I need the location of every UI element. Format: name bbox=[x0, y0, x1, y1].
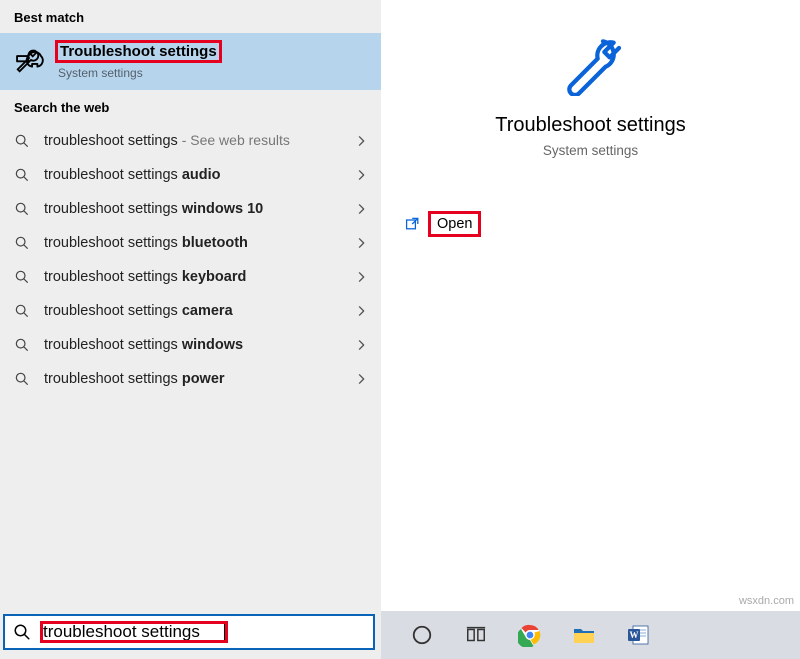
web-result-label: troubleshoot settings power bbox=[44, 371, 343, 387]
search-input-highlight bbox=[41, 622, 227, 642]
web-result-label: troubleshoot settings windows 10 bbox=[44, 201, 343, 217]
best-match-title-highlight: Troubleshoot settings bbox=[56, 41, 221, 62]
web-result-label: troubleshoot settings - See web results bbox=[44, 132, 343, 149]
preview-subtitle: System settings bbox=[543, 143, 638, 158]
text-caret bbox=[224, 622, 225, 642]
web-result-item[interactable]: troubleshoot settings keyboard bbox=[0, 260, 381, 294]
best-match-text: Troubleshoot settings System settings bbox=[56, 41, 221, 80]
chevron-right-icon bbox=[357, 374, 367, 384]
chrome-icon[interactable] bbox=[517, 622, 543, 648]
web-result-item[interactable]: troubleshoot settings power bbox=[0, 362, 381, 396]
file-explorer-icon[interactable] bbox=[571, 622, 597, 648]
chevron-right-icon bbox=[357, 136, 367, 146]
web-result-item[interactable]: troubleshoot settings windows bbox=[0, 328, 381, 362]
best-match-subtitle: System settings bbox=[56, 66, 221, 80]
open-action[interactable]: Open bbox=[405, 212, 800, 236]
web-result-item[interactable]: troubleshoot settings audio bbox=[0, 158, 381, 192]
web-result-item[interactable]: troubleshoot settings camera bbox=[0, 294, 381, 328]
search-icon bbox=[14, 303, 30, 319]
search-icon bbox=[14, 371, 30, 387]
word-icon[interactable]: W bbox=[625, 622, 651, 648]
search-icon bbox=[14, 133, 30, 149]
search-icon bbox=[14, 201, 30, 217]
search-bar[interactable] bbox=[3, 614, 375, 650]
open-label: Open bbox=[437, 216, 472, 232]
search-icon bbox=[14, 337, 30, 353]
chevron-right-icon bbox=[357, 238, 367, 248]
preview-actions: Open bbox=[381, 212, 800, 236]
best-match-title: Troubleshoot settings bbox=[60, 43, 217, 60]
svg-text:W: W bbox=[630, 630, 639, 640]
web-result-item[interactable]: troubleshoot settings bluetooth bbox=[0, 226, 381, 260]
web-result-label: troubleshoot settings windows bbox=[44, 337, 343, 353]
web-result-label: troubleshoot settings bluetooth bbox=[44, 235, 343, 251]
web-result-label: troubleshoot settings keyboard bbox=[44, 269, 343, 285]
search-bar-wrap bbox=[3, 614, 375, 650]
chevron-right-icon bbox=[357, 306, 367, 316]
preview-app-icon bbox=[555, 28, 627, 100]
search-icon bbox=[14, 167, 30, 183]
watermark: wsxdn.com bbox=[739, 595, 794, 607]
chevron-right-icon bbox=[357, 272, 367, 282]
preview-title: Troubleshoot settings bbox=[495, 114, 685, 137]
taskbar: W bbox=[381, 611, 800, 659]
wrench-icon bbox=[14, 45, 44, 75]
cortana-icon[interactable] bbox=[409, 622, 435, 648]
search-icon bbox=[14, 269, 30, 285]
search-icon bbox=[13, 623, 31, 641]
search-results-pane: Best match Troubleshoot settings System … bbox=[0, 0, 381, 659]
search-icon bbox=[14, 235, 30, 251]
open-label-highlight: Open bbox=[429, 212, 480, 236]
web-results-list: troubleshoot settings - See web results t… bbox=[0, 123, 381, 396]
best-match-item[interactable]: Troubleshoot settings System settings bbox=[0, 33, 381, 90]
search-web-header: Search the web bbox=[0, 90, 381, 123]
wrench-icon bbox=[559, 32, 623, 96]
open-icon bbox=[405, 216, 421, 232]
web-result-label: troubleshoot settings audio bbox=[44, 167, 343, 183]
web-result-item[interactable]: troubleshoot settings - See web results bbox=[0, 123, 381, 158]
web-result-label: troubleshoot settings camera bbox=[44, 303, 343, 319]
chevron-right-icon bbox=[357, 204, 367, 214]
preview-pane: Troubleshoot settings System settings Op… bbox=[381, 0, 800, 659]
chevron-right-icon bbox=[357, 170, 367, 180]
chevron-right-icon bbox=[357, 340, 367, 350]
task-view-icon[interactable] bbox=[463, 622, 489, 648]
search-input[interactable] bbox=[43, 622, 223, 642]
web-result-item[interactable]: troubleshoot settings windows 10 bbox=[0, 192, 381, 226]
best-match-header: Best match bbox=[0, 0, 381, 33]
